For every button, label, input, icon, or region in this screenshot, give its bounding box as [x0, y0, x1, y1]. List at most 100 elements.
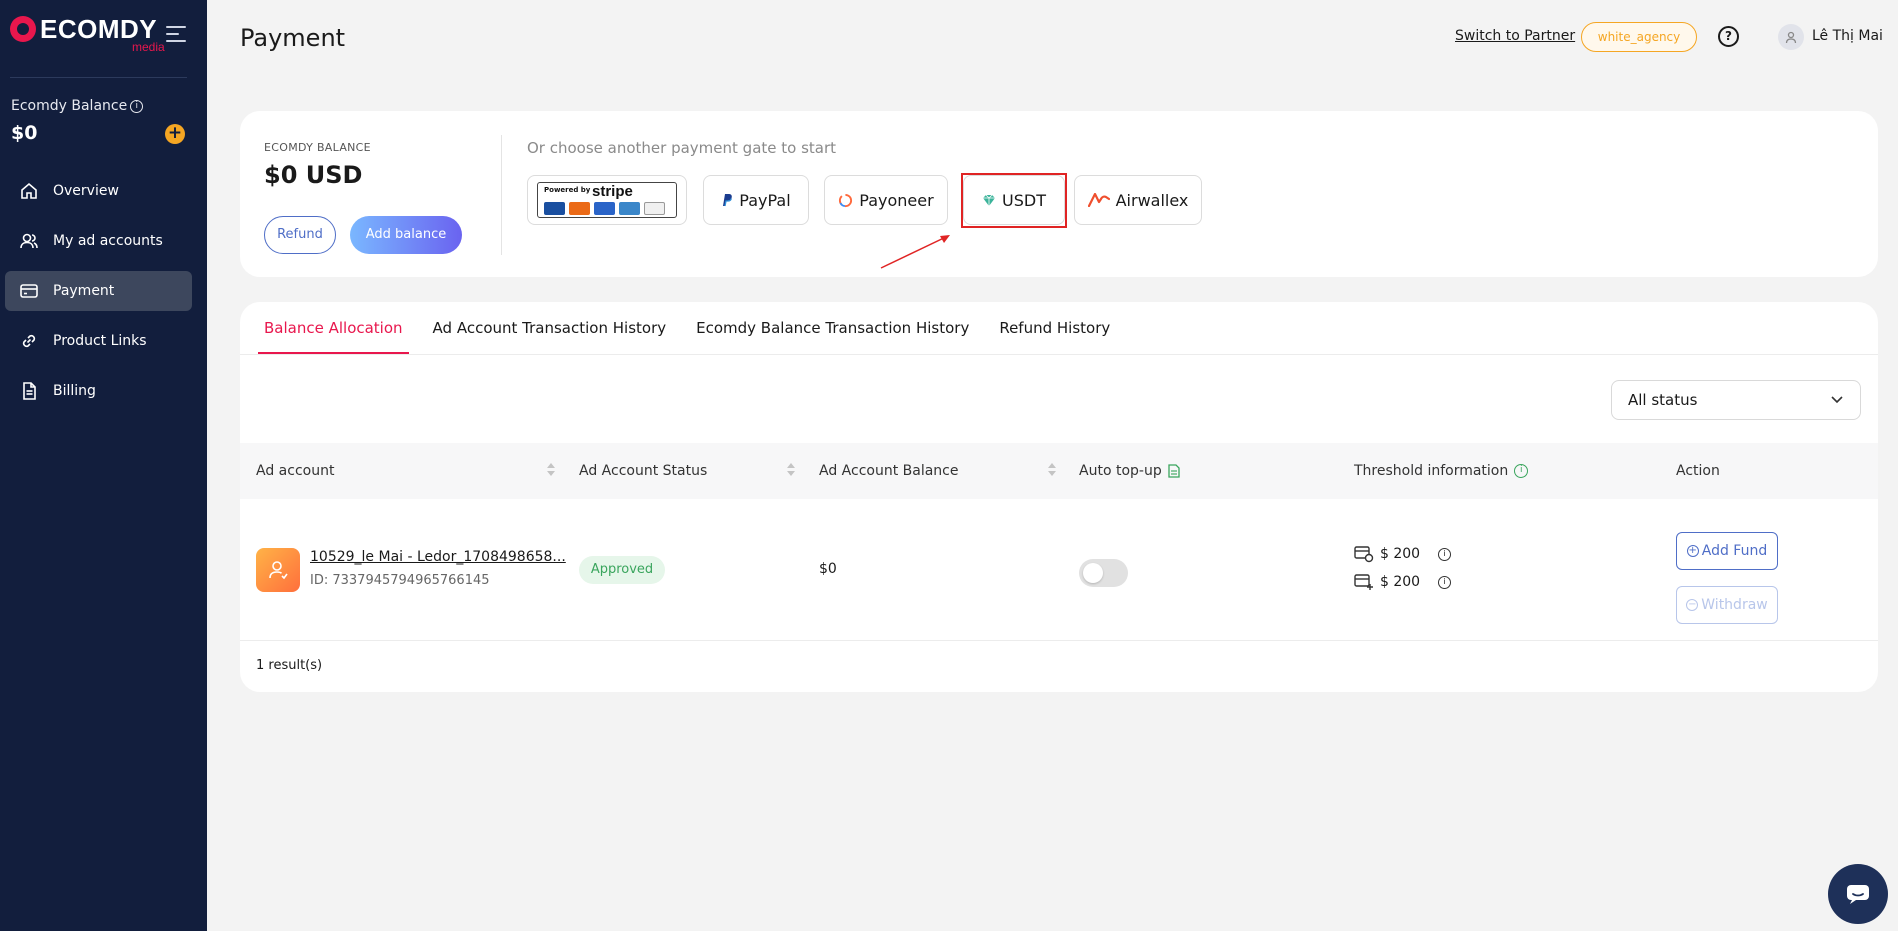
sidebar: ECOMDY media Ecomdy Balance i $0 + Overvi…: [0, 0, 207, 931]
status-filter-value: All status: [1628, 391, 1698, 409]
logo-mark-icon: [10, 16, 36, 42]
logo[interactable]: ECOMDY media: [10, 14, 190, 54]
column-label: Action: [1676, 463, 1720, 479]
threshold-icon: [1354, 546, 1374, 563]
table-row: 10529_le Mai - Ledor_1708498658... ID: 7…: [240, 499, 1878, 641]
column-auto-topup: Auto top-up: [1079, 443, 1180, 499]
sidebar-nav: Overview My ad accounts Payment Product …: [5, 171, 192, 421]
chevron-down-icon: [1831, 396, 1843, 404]
column-action: Action: [1676, 443, 1720, 499]
switch-to-partner-link[interactable]: Switch to Partner: [1455, 28, 1575, 44]
refund-button[interactable]: Refund: [264, 216, 336, 254]
info-icon[interactable]: i: [1438, 575, 1452, 589]
sidebar-balance-label-text: Ecomdy Balance: [11, 98, 128, 114]
sidebar-item-product-links[interactable]: Product Links: [5, 321, 192, 361]
column-ad-account[interactable]: Ad account: [256, 443, 334, 499]
ad-account-avatar-icon: [256, 548, 300, 592]
add-balance-button[interactable]: Add balance: [350, 216, 462, 254]
sort-icon[interactable]: [1048, 463, 1056, 477]
threshold-row: $ 200 i: [1354, 573, 1452, 591]
column-label: Ad account: [256, 463, 335, 479]
stripe-powered-text: Powered by: [544, 186, 591, 194]
top-up-amount-icon: [1354, 574, 1373, 590]
ad-account-name-link[interactable]: 10529_le Mai - Ledor_1708498658...: [310, 549, 566, 565]
sidebar-item-label: Payment: [53, 283, 115, 299]
tab-balance-allocation[interactable]: Balance Allocation: [258, 302, 409, 354]
info-icon[interactable]: i: [130, 100, 144, 113]
allocation-card: Balance Allocation Ad Account Transactio…: [240, 302, 1878, 692]
sidebar-item-label: Product Links: [53, 333, 147, 349]
chat-button[interactable]: [1828, 864, 1888, 924]
avatar[interactable]: [1778, 24, 1804, 50]
sidebar-balance-amount: $0: [11, 122, 38, 144]
sidebar-divider: [10, 77, 187, 78]
user-icon: [1785, 31, 1797, 44]
info-icon[interactable]: i: [1438, 547, 1452, 561]
gate-payoneer[interactable]: Payoneer: [824, 175, 948, 225]
column-label: Ad Account Balance: [819, 463, 959, 479]
link-icon: [19, 331, 39, 351]
gate-airwallex[interactable]: Airwallex: [1074, 175, 1202, 225]
sort-icon[interactable]: [787, 463, 795, 477]
gate-label: Payoneer: [859, 190, 934, 210]
threshold-value: $ 200: [1380, 546, 1421, 562]
column-threshold-information: Threshold information i: [1354, 443, 1529, 499]
sidebar-item-label: Billing: [53, 383, 96, 399]
add-balance-plus-icon[interactable]: +: [165, 124, 185, 144]
column-label: Threshold information: [1354, 463, 1509, 479]
add-fund-button[interactable]: + Add Fund: [1676, 532, 1778, 570]
airwallex-icon: [1087, 193, 1110, 207]
home-icon: [19, 181, 39, 201]
column-label: Auto top-up: [1079, 463, 1162, 479]
withdraw-button[interactable]: − Withdraw: [1676, 586, 1778, 624]
auto-topup-toggle[interactable]: [1079, 559, 1128, 587]
tab-ad-account-transaction-history[interactable]: Ad Account Transaction History: [433, 302, 667, 354]
chat-icon: [1847, 885, 1869, 904]
gate-paypal[interactable]: PayPal: [703, 175, 809, 225]
sidebar-item-payment[interactable]: Payment: [5, 271, 192, 311]
sort-icon[interactable]: [547, 463, 555, 477]
threshold-value: $ 200: [1380, 574, 1421, 590]
paypal-icon: [721, 193, 733, 207]
info-icon[interactable]: i: [1514, 464, 1529, 478]
withdraw-label: Withdraw: [1701, 597, 1768, 613]
sidebar-item-overview[interactable]: Overview: [5, 171, 192, 211]
sheet-icon[interactable]: [1168, 464, 1180, 478]
results-count: 1 result(s): [256, 658, 323, 673]
ad-account-id: ID: 7337945794965766145: [310, 573, 490, 588]
sidebar-item-label: My ad accounts: [53, 233, 163, 249]
add-fund-label: Add Fund: [1701, 543, 1768, 559]
help-icon[interactable]: ?: [1718, 26, 1739, 47]
user-name[interactable]: Lê Thị Mai: [1812, 28, 1883, 44]
status-filter-select[interactable]: All status: [1611, 380, 1861, 420]
column-ad-account-balance[interactable]: Ad Account Balance: [819, 443, 958, 499]
threshold-row: $ 200 i: [1354, 545, 1452, 563]
tab-refund-history[interactable]: Refund History: [999, 302, 1110, 354]
ecomdy-balance-amount: $0 USD: [264, 161, 363, 189]
column-ad-account-status[interactable]: Ad Account Status: [579, 443, 707, 499]
users-icon: [19, 231, 39, 251]
page-title: Payment: [240, 24, 346, 52]
card-icon: [19, 281, 39, 301]
collapse-menu-icon[interactable]: [166, 26, 186, 44]
tab-ecomdy-balance-transaction-history[interactable]: Ecomdy Balance Transaction History: [696, 302, 969, 354]
payment-gate-title: Or choose another payment gate to start: [527, 139, 837, 157]
column-label: Ad Account Status: [579, 463, 708, 479]
ecomdy-balance-label: ECOMDY BALANCE: [264, 141, 371, 154]
payoneer-icon: [838, 193, 853, 208]
sidebar-item-billing[interactable]: Billing: [5, 371, 192, 411]
logo-subtext: media: [132, 40, 165, 54]
annotation-arrow-icon: [880, 235, 950, 269]
tabs-divider: [240, 354, 1878, 355]
agency-badge[interactable]: white_agency: [1581, 22, 1697, 52]
stripe-name-text: stripe: [592, 183, 633, 200]
status-badge: Approved: [579, 556, 665, 584]
balance-card: ECOMDY BALANCE $0 USD Refund Add balance…: [240, 111, 1878, 277]
usdt-highlight-box: [961, 173, 1067, 228]
sidebar-item-my-ad-accounts[interactable]: My ad accounts: [5, 221, 192, 261]
table-header: Ad account Ad Account Status Ad Account …: [240, 443, 1878, 499]
plus-circle-icon: +: [1686, 545, 1699, 557]
sidebar-balance-label: Ecomdy Balance i: [11, 98, 144, 114]
gate-stripe[interactable]: Powered by stripe: [527, 175, 687, 225]
gate-label: Airwallex: [1115, 190, 1189, 210]
